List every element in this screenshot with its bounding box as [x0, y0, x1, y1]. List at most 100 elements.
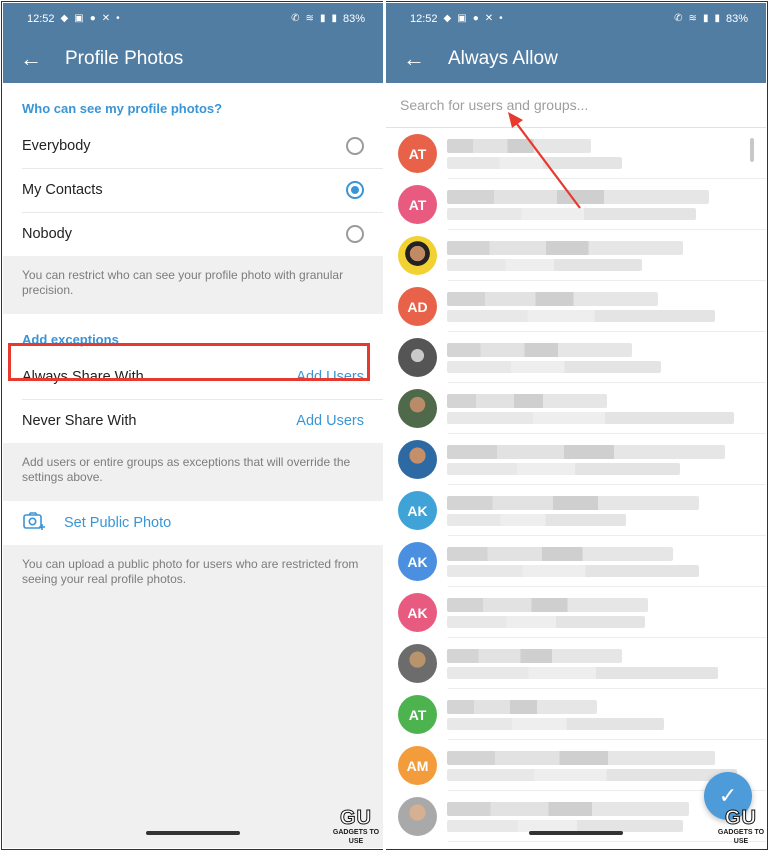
- wifi-call-icon: ✆: [291, 13, 300, 24]
- page-title: Always Allow: [448, 48, 558, 69]
- blurred-status: [447, 513, 626, 526]
- contact-row[interactable]: AT: [386, 179, 766, 230]
- x-icon: ✕: [101, 13, 111, 24]
- blurred-name: [447, 597, 648, 612]
- youtube-icon: ▣: [74, 13, 84, 24]
- blurred-status: [447, 717, 664, 730]
- contact-row[interactable]: AD: [386, 281, 766, 332]
- always-share-label: Always Share With: [22, 369, 144, 385]
- whatsapp-icon: ●: [472, 13, 479, 24]
- blurred-name: [447, 393, 607, 408]
- wifi-icon: ≋: [688, 13, 697, 24]
- blurred-contact-info: [447, 342, 766, 373]
- contact-row[interactable]: AK: [386, 587, 766, 638]
- option-label: Nobody: [22, 226, 72, 242]
- blurred-status: [447, 462, 680, 475]
- chat-icon: ◆: [443, 13, 452, 24]
- clock: 12:52: [27, 13, 55, 25]
- search-input[interactable]: Search for users and groups...: [386, 83, 766, 128]
- blurred-contact-info: [447, 648, 766, 679]
- notification-dot-icon: •: [116, 13, 120, 24]
- blurred-status: [447, 360, 661, 373]
- gesture-navigation-bar[interactable]: [3, 824, 383, 842]
- blurred-name: [447, 750, 715, 765]
- avatar-initials: AM: [398, 746, 437, 785]
- public-photo-info-text: You can upload a public photo for users …: [3, 545, 383, 603]
- status-bar: 12:52 ◆ ▣ ● ✕ • ✆ ≋ ▮ ▮ 83%: [3, 3, 383, 35]
- blurred-contact-info: [447, 240, 766, 271]
- back-arrow-icon[interactable]: ←: [386, 35, 442, 83]
- back-arrow-icon[interactable]: ←: [3, 35, 59, 83]
- restrict-info-text: You can restrict who can see your profil…: [3, 256, 383, 314]
- whatsapp-icon: ●: [89, 13, 96, 24]
- blurred-contact-info: [447, 546, 766, 577]
- avatar-initials: AT: [398, 185, 437, 224]
- battery-icon: ▮: [714, 13, 720, 24]
- contact-row[interactable]: [386, 230, 766, 281]
- blurred-name: [447, 342, 633, 357]
- home-pill[interactable]: [529, 831, 623, 835]
- notification-dot-icon: •: [499, 13, 503, 24]
- blurred-name: [447, 240, 684, 255]
- blurred-status: [447, 207, 696, 220]
- profile-photos-screen: 12:52 ◆ ▣ ● ✕ • ✆ ≋ ▮ ▮ 83% ← Profile Ph…: [3, 3, 383, 848]
- option-label: Everybody: [22, 138, 91, 154]
- contact-row[interactable]: [386, 332, 766, 383]
- avatar-photo: [398, 236, 437, 275]
- blurred-status: [447, 411, 735, 424]
- option-everybody[interactable]: Everybody: [3, 124, 383, 168]
- contact-row[interactable]: AK: [386, 485, 766, 536]
- wifi-call-icon: ✆: [674, 13, 683, 24]
- always-share-with-row[interactable]: Always Share With Add Users: [3, 355, 383, 399]
- app-bar: ← Always Allow: [386, 35, 766, 83]
- contact-row[interactable]: [386, 638, 766, 689]
- blurred-name: [447, 138, 591, 153]
- gesture-navigation-bar[interactable]: [386, 824, 766, 842]
- avatar-initials: AK: [398, 593, 437, 632]
- contact-row[interactable]: AT: [386, 128, 766, 179]
- blurred-status: [447, 309, 715, 322]
- avatar-photo: [398, 389, 437, 428]
- radio-button-selected[interactable]: [346, 181, 364, 199]
- avatar-initials: AT: [398, 134, 437, 173]
- blurred-name: [447, 291, 658, 306]
- never-share-with-row[interactable]: Never Share With Add Users: [3, 399, 383, 443]
- check-icon: ✓: [718, 783, 738, 808]
- option-label: My Contacts: [22, 182, 103, 198]
- contact-row[interactable]: AK: [386, 536, 766, 587]
- blurred-status: [447, 615, 645, 628]
- battery-level: 83%: [725, 13, 748, 25]
- home-pill[interactable]: [146, 831, 240, 835]
- always-allow-screen: 12:52 ◆ ▣ ● ✕ • ✆ ≋ ▮ ▮ 83% ← Always All…: [386, 3, 766, 848]
- contact-row[interactable]: AT: [386, 689, 766, 740]
- avatar-initials: AT: [398, 695, 437, 734]
- contact-row[interactable]: [386, 434, 766, 485]
- set-public-photo-row[interactable]: Set Public Photo: [3, 501, 383, 545]
- never-share-label: Never Share With: [22, 413, 137, 429]
- blurred-contact-info: [447, 138, 766, 169]
- radio-button[interactable]: [346, 225, 364, 243]
- contact-list[interactable]: AT AT AD AK AK AK AT AM: [386, 128, 766, 842]
- contact-row[interactable]: [386, 383, 766, 434]
- blurred-status: [447, 768, 738, 781]
- never-add-users-link[interactable]: Add Users: [296, 413, 364, 429]
- blurred-contact-info: [447, 597, 766, 628]
- status-bar: 12:52 ◆ ▣ ● ✕ • ✆ ≋ ▮ ▮ 83%: [386, 3, 766, 35]
- page-title: Profile Photos: [65, 48, 184, 69]
- blurred-status: [447, 564, 699, 577]
- always-add-users-link[interactable]: Add Users: [296, 369, 364, 385]
- blurred-name: [447, 444, 725, 459]
- camera-add-icon: [22, 509, 48, 537]
- wifi-icon: ≋: [305, 13, 314, 24]
- option-my-contacts[interactable]: My Contacts: [3, 168, 383, 212]
- blurred-name: [447, 495, 699, 510]
- option-nobody[interactable]: Nobody: [3, 212, 383, 256]
- blurred-status: [447, 666, 719, 679]
- radio-button[interactable]: [346, 137, 364, 155]
- avatar-photo: [398, 440, 437, 479]
- blurred-name: [447, 801, 690, 816]
- exceptions-section: Add exceptions Always Share With Add Use…: [3, 314, 383, 443]
- blurred-contact-info: [447, 393, 766, 424]
- blurred-contact-info: [447, 699, 766, 730]
- section-header: Add exceptions: [22, 332, 119, 347]
